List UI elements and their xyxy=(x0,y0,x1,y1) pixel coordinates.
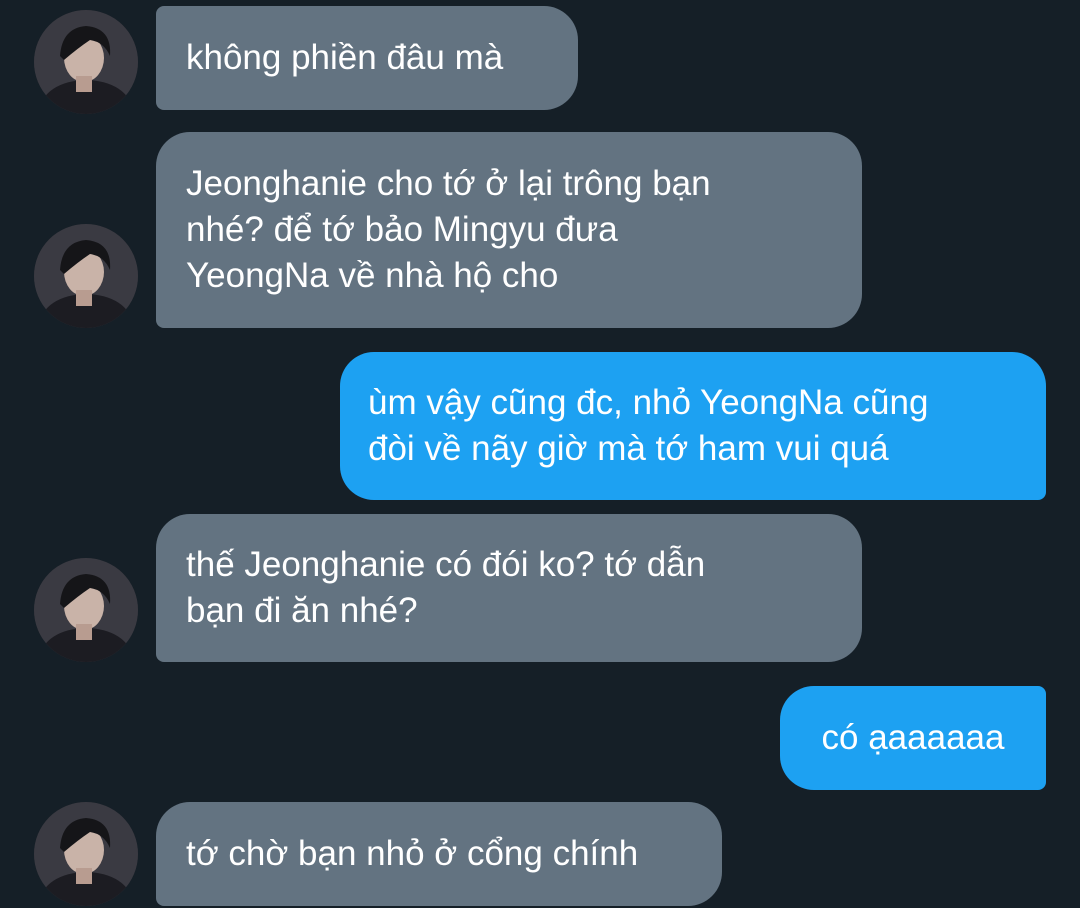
incoming-message[interactable]: không phiền đâu mà xyxy=(156,6,578,110)
message-text-line: bạn đi ăn nhé? xyxy=(186,591,418,630)
message-text-line: YeongNa về nhà hộ cho xyxy=(186,256,559,295)
message-text-line: đòi về nãy giờ mà tớ ham vui quá xyxy=(368,429,889,468)
message-text-line: nhé? để tớ bảo Mingyu đưa xyxy=(186,210,618,249)
message-text: không phiền đâu mà xyxy=(186,38,504,77)
incoming-message[interactable]: Jeonghanie cho tớ ở lại trông bạn nhé? đ… xyxy=(156,132,862,328)
message-text-line: ùm vậy cũng đc, nhỏ YeongNa cũng xyxy=(368,383,929,422)
contact-avatar-icon[interactable] xyxy=(34,558,138,662)
chat-thread: không phiền đâu mà Jeonghanie cho tớ ở l… xyxy=(0,0,1080,908)
message-text-line: Jeonghanie cho tớ ở lại trông bạn xyxy=(186,164,711,203)
incoming-message[interactable]: tớ chờ bạn nhỏ ở cổng chính xyxy=(156,802,722,906)
contact-avatar-icon[interactable] xyxy=(34,802,138,906)
message-text: có ạaaaaaa xyxy=(821,718,1005,757)
message-text-line: thế Jeonghanie có đói ko? tớ dẫn xyxy=(186,545,706,584)
outgoing-message[interactable]: có ạaaaaaa xyxy=(780,686,1046,790)
contact-avatar-icon[interactable] xyxy=(34,224,138,328)
contact-avatar-icon[interactable] xyxy=(34,10,138,114)
outgoing-message[interactable]: ùm vậy cũng đc, nhỏ YeongNa cũng đòi về … xyxy=(340,352,1046,500)
incoming-message[interactable]: thế Jeonghanie có đói ko? tớ dẫn bạn đi … xyxy=(156,514,862,662)
message-text: tớ chờ bạn nhỏ ở cổng chính xyxy=(186,834,639,873)
